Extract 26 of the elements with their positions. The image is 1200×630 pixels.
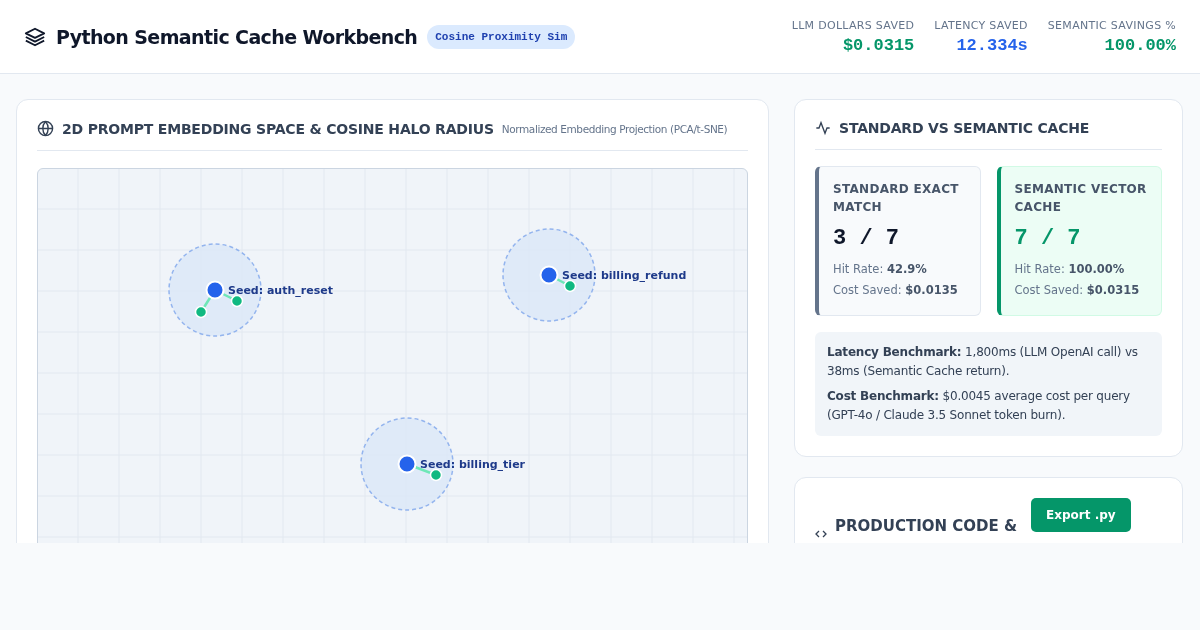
- seed-label: Seed: billing_refund: [562, 269, 687, 282]
- stat-value: $0.0315: [842, 35, 915, 55]
- seed-label: Seed: auth_reset: [228, 284, 333, 297]
- seed-label: Seed: billing_tier: [420, 458, 526, 471]
- hit-rate: Hit Rate: 100.00%: [1014, 261, 1126, 278]
- stat-label: SEMANTIC SAVINGS %: [1047, 18, 1176, 32]
- cost-saved: Cost Saved: $0.0135: [833, 282, 959, 299]
- stat-value: 12.334s: [956, 35, 1028, 55]
- benchmark-text: Cost Benchmark: $0.0045 average cost per query (GPT-4o / Claude 3.5 Sonnet token burn).: [827, 388, 1131, 424]
- stat-label: LATENCY SAVED: [934, 18, 1028, 32]
- panel-title: STANDARD VS SEMANTIC CACHE: [839, 120, 1090, 136]
- hit-score: 7 / 7: [1014, 226, 1082, 251]
- benchmark-text: Latency Benchmark: 1,800ms (LLM OpenAI call) vs 38ms (Semantic Cache return).: [827, 344, 1139, 380]
- cache-title: SEMANTIC VECTOR CACHE: [1014, 181, 1147, 216]
- hit-score: 3 / 7: [833, 226, 900, 251]
- stat-label: LLM DOLLARS SAVED: [791, 18, 915, 32]
- cost-saved: Cost Saved: $0.0315: [1014, 282, 1141, 299]
- panel-title: PRODUCTION CODE &: [835, 517, 1018, 535]
- mode-badge: Cosine Proximity Sim: [427, 24, 576, 49]
- panel-title: 2D PROMPT EMBEDDING SPACE & COSINE HALO RADIUS: [62, 120, 494, 137]
- hit-rate: Hit Rate: 42.9%: [833, 261, 928, 278]
- app-title: Python Semantic Cache Workbench: [56, 25, 418, 48]
- panel-subtitle: Normalized Embedding Projection (PCA/t-SNE): [501, 122, 728, 135]
- stat-value: 100.00%: [1104, 35, 1176, 55]
- cache-title: STANDARD EXACT MATCH: [833, 181, 960, 216]
- export-button[interactable]: Export .py: [1031, 498, 1131, 532]
